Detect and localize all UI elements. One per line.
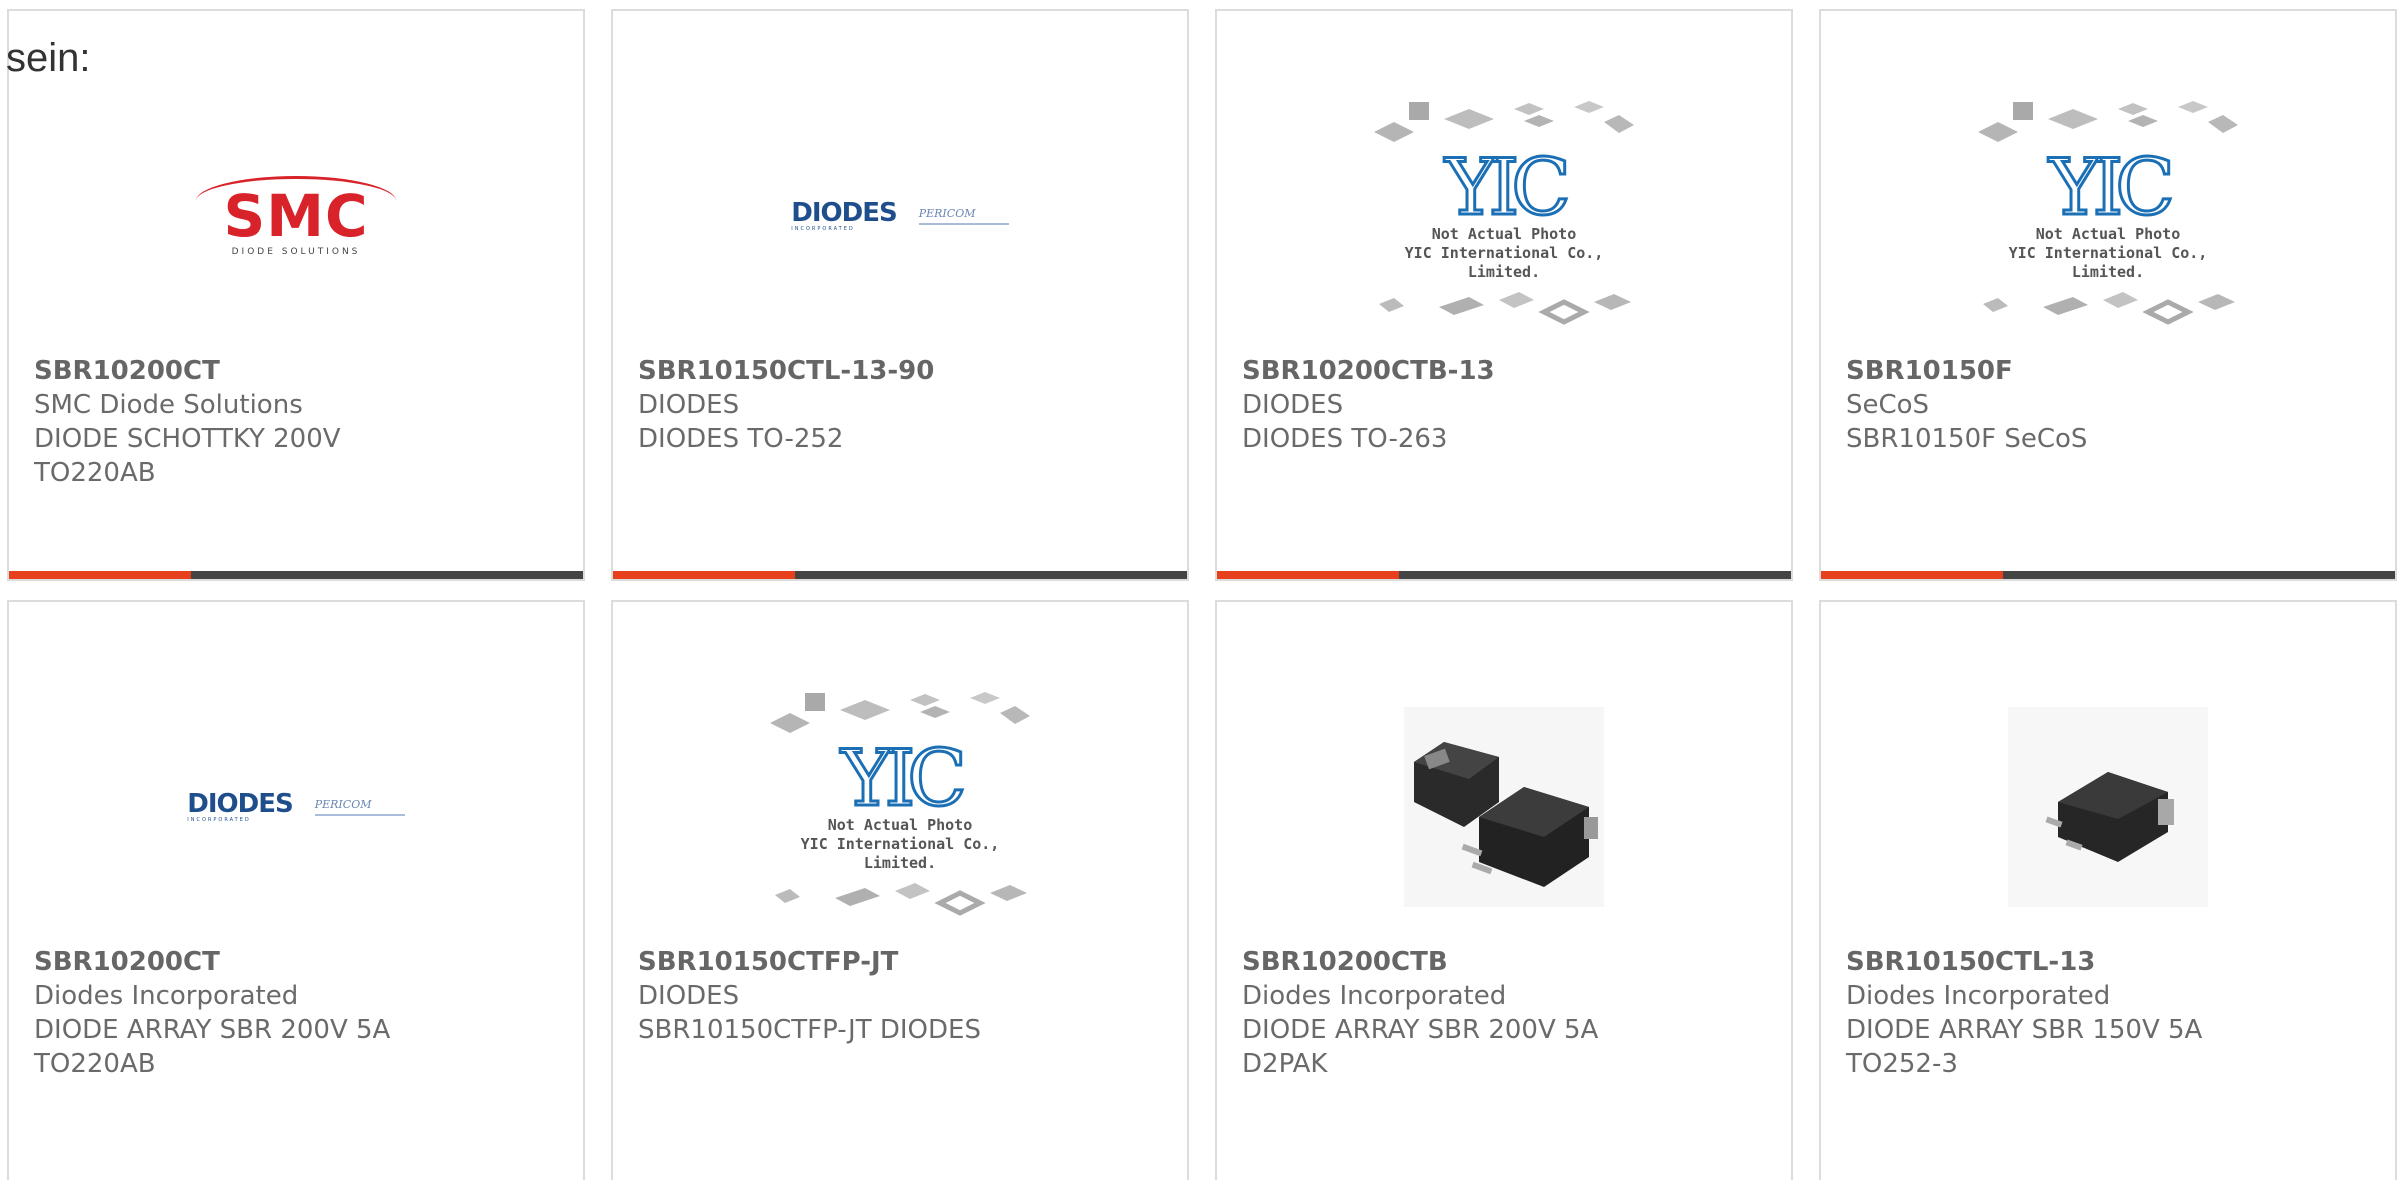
product-image[interactable]: YIC Not Actual Photo YIC International C…	[1217, 81, 1791, 351]
chip-icons-bottom	[1379, 291, 1631, 325]
description: TO220AB	[34, 1049, 156, 1079]
part-number[interactable]: SBR10200CTB-13	[1242, 354, 1771, 388]
description: DIODES TO-252	[638, 424, 844, 454]
part-number[interactable]: SBR10200CTB	[1242, 945, 1771, 979]
product-image[interactable]: SMC DIODE SOLUTIONS	[9, 81, 583, 351]
manufacturer: Diodes Incorporated	[34, 981, 299, 1011]
card-bottom-bar	[9, 571, 583, 579]
part-number[interactable]: SBR10200CT	[34, 354, 563, 388]
smc-logo: SMC DIODE SOLUTIONS	[196, 175, 396, 257]
manufacturer: DIODES	[638, 981, 740, 1011]
manufacturer: Diodes Incorporated	[1846, 981, 2111, 1011]
description: D2PAK	[1242, 1049, 1328, 1079]
chip-icons-bottom	[775, 882, 1027, 916]
card-bottom-bar	[613, 571, 1187, 579]
description: SBR10150F SeCoS	[1846, 424, 2088, 454]
yic-placeholder-image: YIC Not Actual Photo YIC International C…	[765, 688, 1035, 927]
product-card[interactable]: YIC Not Actual Photo YIC International C…	[611, 600, 1189, 1180]
description: DIODE ARRAY SBR 200V 5A	[1242, 1015, 1599, 1045]
description: DIODE SCHOTTKY 200V	[34, 424, 341, 454]
manufacturer: DIODES	[1242, 390, 1344, 420]
card-bottom-bar	[1821, 571, 2395, 579]
product-card[interactable]: SBR10200CTB Diodes Incorporated DIODE AR…	[1215, 600, 1793, 1180]
card-bottom-bar	[1217, 571, 1791, 579]
chip-icons-top	[770, 691, 1030, 733]
product-card[interactable]: DIODES INCORPORATED PERICOM SBR10200CT D…	[7, 600, 585, 1180]
product-image[interactable]: DIODES INCORPORATED PERICOM	[613, 81, 1187, 351]
diodes-logo: DIODES INCORPORATED PERICOM	[187, 791, 405, 823]
part-number[interactable]: SBR10150CTFP-JT	[638, 945, 1167, 979]
description: DIODE ARRAY SBR 200V 5A	[34, 1015, 391, 1045]
part-number[interactable]: SBR10150CTL-13	[1846, 945, 2375, 979]
d2pak-component-photo	[1404, 707, 1604, 907]
intro-text: sein:	[6, 36, 91, 80]
product-card[interactable]: SBR10150CTL-13 Diodes Incorporated DIODE…	[1819, 600, 2397, 1180]
product-card[interactable]: SMC DIODE SOLUTIONS SBR10200CT SMC Diode…	[7, 9, 585, 581]
manufacturer: Diodes Incorporated	[1242, 981, 1507, 1011]
product-image[interactable]: DIODES INCORPORATED PERICOM	[9, 672, 583, 942]
manufacturer: SeCoS	[1846, 390, 1930, 420]
chip-icons-bottom	[1983, 291, 2235, 325]
yic-placeholder-image: YIC Not Actual Photo YIC International C…	[1369, 97, 1639, 336]
product-image[interactable]	[1821, 672, 2395, 942]
product-card[interactable]: YIC Not Actual Photo YIC International C…	[1215, 9, 1793, 581]
description: DIODE ARRAY SBR 150V 5A	[1846, 1015, 2203, 1045]
diodes-logo: DIODES INCORPORATED PERICOM	[791, 200, 1009, 232]
description: DIODES TO-263	[1242, 424, 1448, 454]
chip-icons-top	[1374, 100, 1634, 142]
description: TO252-3	[1846, 1049, 1958, 1079]
manufacturer: SMC Diode Solutions	[34, 390, 303, 420]
manufacturer: DIODES	[638, 390, 740, 420]
product-image[interactable]	[1217, 672, 1791, 942]
part-number[interactable]: SBR10200CT	[34, 945, 563, 979]
description: SBR10150CTFP-JT DIODES	[638, 1015, 981, 1045]
part-number[interactable]: SBR10150CTL-13-90	[638, 354, 1167, 388]
yic-placeholder-image: YIC Not Actual Photo YIC International C…	[1973, 97, 2243, 336]
part-number[interactable]: SBR10150F	[1846, 354, 2375, 388]
description: TO220AB	[34, 458, 156, 488]
product-grid: SMC DIODE SOLUTIONS SBR10200CT SMC Diode…	[0, 0, 2400, 1180]
product-image[interactable]: YIC Not Actual Photo YIC International C…	[613, 672, 1187, 942]
chip-icons-top	[1978, 100, 2238, 142]
product-image[interactable]: YIC Not Actual Photo YIC International C…	[1821, 81, 2395, 351]
product-card[interactable]: YIC Not Actual Photo YIC International C…	[1819, 9, 2397, 581]
dpak-component-photo	[2008, 707, 2208, 907]
product-card[interactable]: DIODES INCORPORATED PERICOM SBR10150CTL-…	[611, 9, 1189, 581]
